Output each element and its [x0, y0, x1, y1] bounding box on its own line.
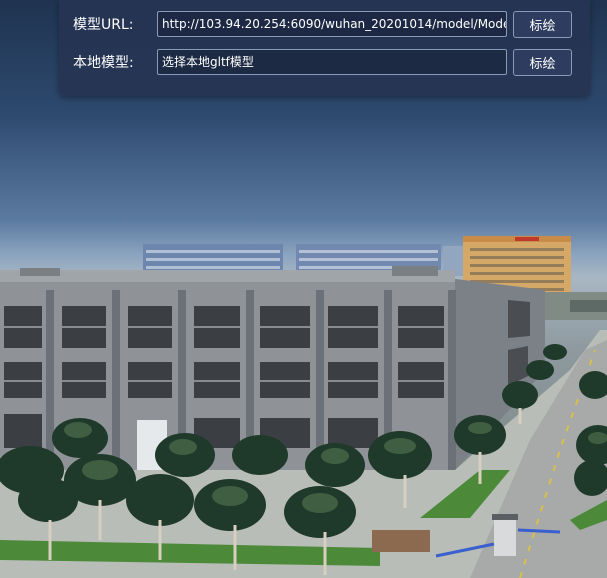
plot-url-model-button[interactable]: 标绘 [513, 10, 572, 38]
local-model-label: 本地模型: [73, 55, 134, 71]
model-load-panel: 模型URL: http://103.94.20.254:6090/wuhan_2… [59, 0, 590, 96]
model-url-label: 模型URL: [73, 17, 134, 33]
plot-local-model-button[interactable]: 标绘 [513, 48, 572, 76]
model-url-input[interactable]: http://103.94.20.254:6090/wuhan_20201014… [157, 11, 507, 37]
local-model-row: 本地模型: 选择本地gltf模型 标绘 [73, 48, 572, 76]
model-url-row: 模型URL: http://103.94.20.254:6090/wuhan_2… [73, 10, 572, 38]
local-model-file-input[interactable]: 选择本地gltf模型 [157, 49, 507, 75]
